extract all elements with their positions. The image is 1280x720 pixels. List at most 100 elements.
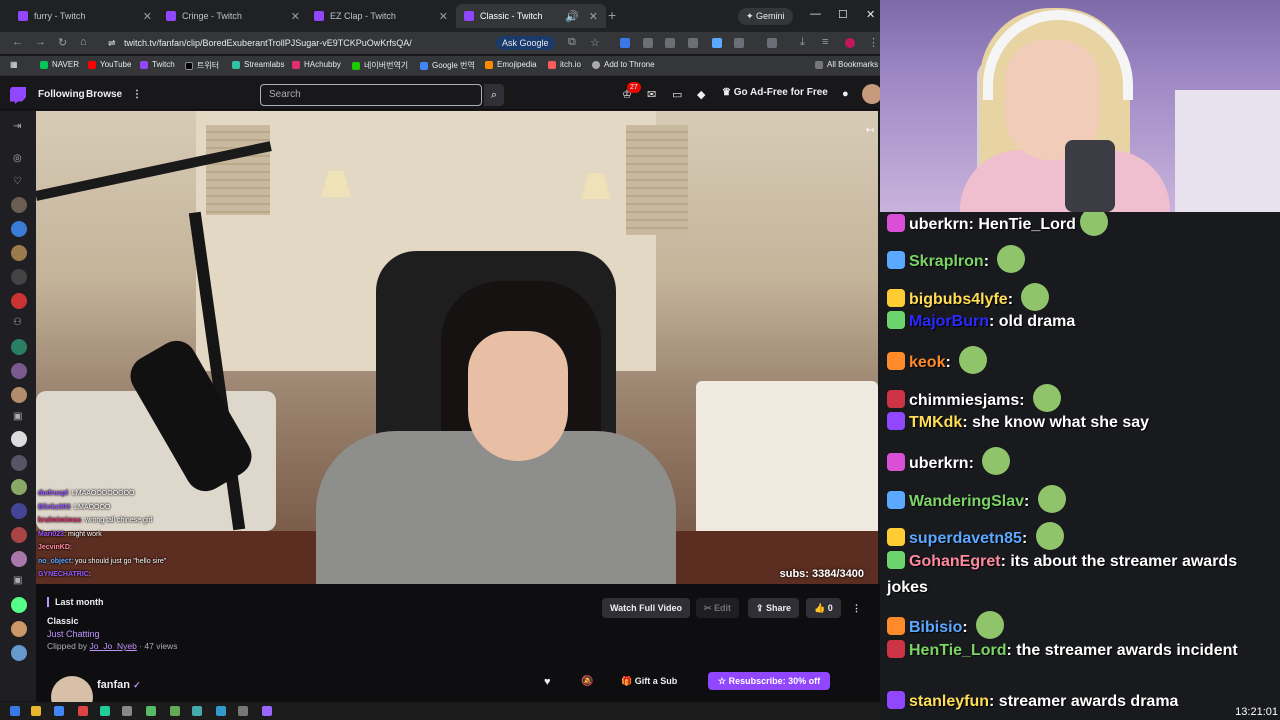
back-icon[interactable]: ← xyxy=(12,36,23,48)
followed-channel-avatar[interactable] xyxy=(11,197,27,213)
user-avatar[interactable] xyxy=(862,84,880,104)
start-icon[interactable] xyxy=(10,706,20,716)
extension-icon[interactable] xyxy=(620,38,630,48)
app-icon[interactable] xyxy=(146,706,156,716)
chat-username[interactable]: uberkrn xyxy=(909,455,969,472)
tab-furry[interactable]: furry - Twitch ✕ xyxy=(10,4,160,28)
close-tab-icon[interactable]: ✕ xyxy=(143,10,152,23)
app-icon[interactable] xyxy=(262,706,272,716)
close-tab-icon[interactable]: ✕ xyxy=(589,10,598,23)
recommended-icon[interactable]: ◎ xyxy=(13,153,22,164)
go-ad-free-button[interactable]: ♛ Go Ad-Free for Free xyxy=(722,87,828,98)
bits-icon[interactable]: ◆ xyxy=(697,88,705,101)
notification-bell-off-icon[interactable]: 🔕 xyxy=(581,676,593,687)
notifications-icon[interactable]: ● xyxy=(842,88,849,100)
gemini-button[interactable]: ✦ Gemini xyxy=(738,8,793,25)
expand-sidebar-icon[interactable]: ⇥ xyxy=(13,121,21,132)
app-icon[interactable] xyxy=(170,706,180,716)
close-window-icon[interactable]: ✕ xyxy=(866,8,875,21)
watch-full-video-button[interactable]: Watch Full Video xyxy=(602,598,691,618)
followed-channel-avatar[interactable] xyxy=(11,621,27,637)
browser-menu-icon[interactable]: ⋮ xyxy=(868,36,879,49)
inbox-icon[interactable]: ✉ xyxy=(647,88,656,101)
minimize-icon[interactable]: — xyxy=(810,8,821,20)
profile-avatar-icon[interactable] xyxy=(845,38,855,48)
more-options-icon[interactable]: ⋮ xyxy=(844,598,869,618)
extension-icon[interactable] xyxy=(712,38,722,48)
more-menu-icon[interactable]: ⋮ xyxy=(132,89,142,100)
close-tab-icon[interactable]: ✕ xyxy=(291,10,300,23)
chat-username[interactable]: uberkrn xyxy=(909,216,969,233)
followed-channel-avatar[interactable] xyxy=(11,339,27,355)
forward-icon[interactable]: → xyxy=(35,36,46,48)
search-icon[interactable]: ⌕ xyxy=(484,84,504,106)
bookmark-hachubby[interactable]: HAchubby xyxy=(292,60,341,69)
app-icon[interactable] xyxy=(216,706,226,716)
like-button[interactable]: 👍 0 xyxy=(806,598,841,618)
followed-channel-avatar[interactable] xyxy=(11,269,27,285)
media-icon[interactable]: ≡ xyxy=(822,36,828,48)
video-icon[interactable]: ▣ xyxy=(13,575,22,586)
followed-channel-avatar[interactable] xyxy=(11,527,27,543)
follow-heart-icon[interactable]: ♥ xyxy=(544,676,551,688)
chat-username[interactable]: stanleyfun xyxy=(909,693,989,710)
bookmark-twitter[interactable]: 트위터 xyxy=(185,60,219,71)
search-input[interactable]: Search xyxy=(260,84,482,106)
app-icon[interactable] xyxy=(192,706,202,716)
bookmark-emojipedia[interactable]: Emojipedia xyxy=(485,60,537,69)
maximize-icon[interactable]: ☐ xyxy=(838,8,848,21)
followed-channel-avatar[interactable] xyxy=(11,455,27,471)
followed-channel-avatar[interactable] xyxy=(11,221,27,237)
app-icon[interactable] xyxy=(238,706,248,716)
followed-channel-avatar[interactable] xyxy=(11,431,27,447)
twitch-logo-icon[interactable] xyxy=(10,87,26,104)
clip-video-player[interactable]: dudruspl: LMAAOOOOOOOO Blinkz303: LMAOOO… xyxy=(36,111,878,584)
chat-username[interactable]: keok xyxy=(909,354,945,371)
chat-username[interactable]: TMKdk xyxy=(909,414,962,431)
followed-channel-avatar[interactable] xyxy=(11,597,27,613)
category-link[interactable]: Just Chatting xyxy=(47,629,100,639)
chat-username[interactable]: Skraplron xyxy=(909,253,984,270)
bookmark-google-translate[interactable]: Google 번역 xyxy=(420,60,475,71)
tab-classic[interactable]: Classic - Twitch 🔊 ✕ xyxy=(456,4,606,28)
followed-channel-avatar[interactable] xyxy=(11,479,27,495)
bookmark-naver[interactable]: NAVER xyxy=(40,60,79,69)
gift-a-sub-button[interactable]: 🎁 Gift a Sub xyxy=(621,676,677,687)
chat-username[interactable]: HenTie_Lord xyxy=(909,642,1007,659)
extension-icon[interactable] xyxy=(643,38,653,48)
extension-icon[interactable] xyxy=(665,38,675,48)
app-icon[interactable] xyxy=(78,706,88,716)
clipper-link[interactable]: Jo_Jo_Nyeb xyxy=(90,641,137,651)
extensions-puzzle-icon[interactable] xyxy=(734,38,744,48)
followed-channel-avatar[interactable] xyxy=(11,363,27,379)
share-button[interactable]: ⇪ Share xyxy=(748,598,800,618)
apps-grid-icon[interactable]: ▦ xyxy=(10,60,18,69)
bookmark-twitch[interactable]: Twitch xyxy=(140,60,175,69)
resubscribe-button[interactable]: ☆ Resubscribe: 30% off xyxy=(708,672,831,690)
bookmark-streamlabs[interactable]: Streamlabs xyxy=(232,60,284,69)
url-bar[interactable]: ⇌ twitch.tv/fanfan/clip/BoredExuberantTro… xyxy=(106,35,490,51)
whispers-icon[interactable]: ▭ xyxy=(672,88,682,101)
channel-name[interactable]: fanfan ✓ xyxy=(97,679,141,691)
video-icon[interactable]: ▣ xyxy=(13,411,22,422)
site-info-icon[interactable]: ⇌ xyxy=(108,35,116,51)
bookmark-papago[interactable]: 네이버번역기 xyxy=(352,60,408,71)
bookmark-youtube[interactable]: YouTube xyxy=(88,60,131,69)
audio-icon[interactable]: 🔊 xyxy=(565,10,579,23)
home-icon[interactable]: ⌂ xyxy=(80,36,87,48)
app-icon[interactable] xyxy=(100,706,110,716)
chat-username[interactable]: superdavetn85 xyxy=(909,530,1022,547)
chat-username[interactable]: WanderingSlav xyxy=(909,493,1024,510)
chat-username[interactable]: chimmiesjams xyxy=(909,392,1019,409)
chat-username[interactable]: bigbubs4lyfe xyxy=(909,291,1008,308)
chat-username[interactable]: MajorBurn xyxy=(909,313,989,330)
chat-username[interactable]: GohanEgret xyxy=(909,553,1001,570)
new-tab-icon[interactable]: + xyxy=(608,7,616,23)
followed-channel-avatar[interactable] xyxy=(11,387,27,403)
extension-icon[interactable] xyxy=(688,38,698,48)
tab-ez-clap[interactable]: EZ Clap - Twitch ✕ xyxy=(306,4,456,28)
bookmark-star-icon[interactable]: ☆ xyxy=(590,36,600,49)
side-panel-icon[interactable] xyxy=(767,38,777,48)
nav-following[interactable]: Following xyxy=(38,89,85,100)
tab-cringe[interactable]: Cringe - Twitch ✕ xyxy=(158,4,308,28)
